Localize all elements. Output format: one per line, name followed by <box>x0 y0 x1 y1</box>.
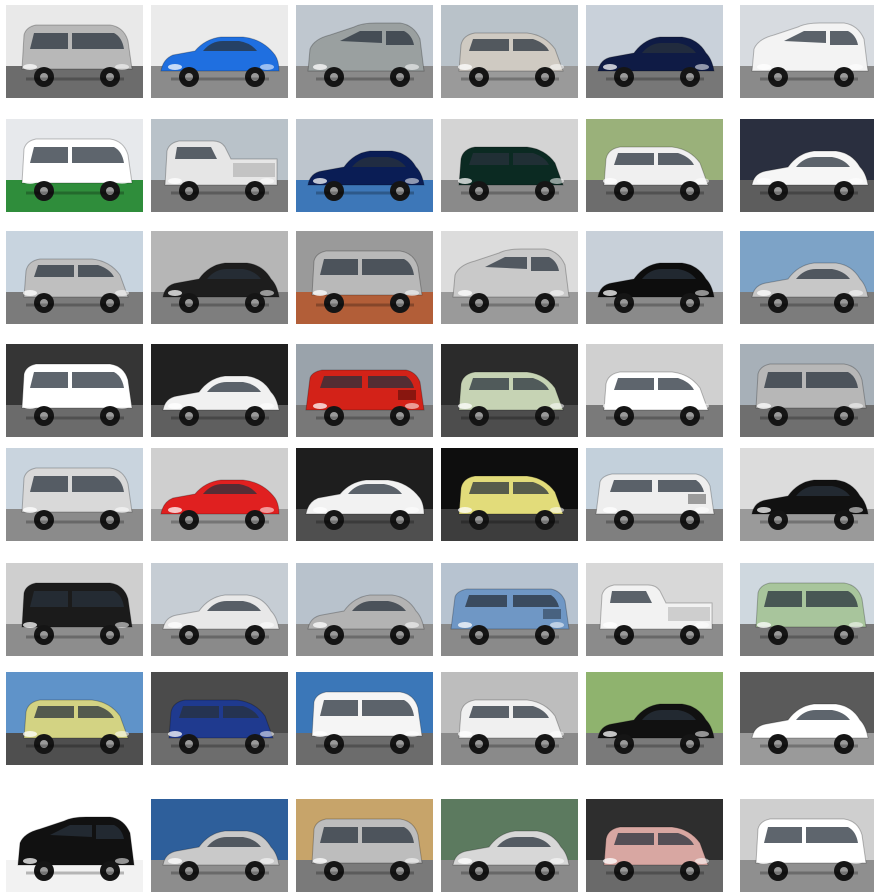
car-photo <box>6 672 143 765</box>
car-photo <box>6 231 143 324</box>
car-photo <box>586 231 723 324</box>
car-photo <box>151 119 288 212</box>
car-illustration <box>458 32 564 87</box>
car-illustration <box>751 479 869 530</box>
car-illustration <box>162 262 280 313</box>
car-photo <box>296 448 433 541</box>
car-photo <box>740 231 874 324</box>
car-illustration <box>452 830 570 881</box>
car-illustration <box>599 584 713 645</box>
car-illustration <box>603 146 709 201</box>
car-illustration <box>21 363 133 426</box>
car-illustration <box>751 262 869 313</box>
car-photo <box>6 344 143 437</box>
car-illustration <box>162 594 280 645</box>
car-photo <box>441 231 578 324</box>
car-photo <box>296 672 433 765</box>
car-illustration <box>597 262 715 313</box>
car-illustration <box>450 588 570 645</box>
car-illustration <box>755 818 867 881</box>
car-illustration <box>311 818 423 881</box>
car-photo <box>151 5 288 98</box>
car-photo <box>296 231 433 324</box>
car-illustration <box>305 479 425 530</box>
car-photo <box>441 799 578 892</box>
car-illustration <box>168 699 274 754</box>
car-photo <box>441 448 578 541</box>
car-photo <box>740 448 874 541</box>
car-photo <box>441 563 578 656</box>
car-illustration <box>307 594 425 645</box>
car-illustration <box>755 582 867 645</box>
car-illustration <box>751 703 869 754</box>
car-illustration <box>305 369 425 426</box>
car-photo <box>740 344 874 437</box>
car-illustration <box>452 248 570 313</box>
car-photo <box>586 448 723 541</box>
car-photo <box>586 119 723 212</box>
car-illustration <box>595 473 715 530</box>
car-illustration <box>603 826 709 881</box>
car-photo <box>740 563 874 656</box>
car-illustration <box>458 371 564 426</box>
car-photo <box>740 799 874 892</box>
car-illustration <box>21 582 133 645</box>
car-illustration <box>597 36 715 87</box>
car-illustration <box>751 22 869 87</box>
car-photo <box>151 231 288 324</box>
car-photo <box>740 672 874 765</box>
car-illustration <box>164 140 278 201</box>
car-illustration <box>17 816 135 881</box>
car-illustration <box>458 475 564 530</box>
car-photo <box>586 563 723 656</box>
car-illustration <box>21 138 133 201</box>
car-illustration <box>597 703 715 754</box>
car-illustration <box>458 146 564 201</box>
car-illustration <box>162 830 280 881</box>
car-photo <box>586 799 723 892</box>
car-photo <box>296 344 433 437</box>
car-illustration <box>311 691 423 754</box>
car-photo <box>296 119 433 212</box>
car-photo <box>586 5 723 98</box>
car-photo <box>740 5 874 98</box>
car-illustration <box>307 22 425 87</box>
car-photo <box>441 5 578 98</box>
car-photo <box>296 5 433 98</box>
car-photo <box>586 672 723 765</box>
car-photo <box>441 672 578 765</box>
car-photo <box>740 119 874 212</box>
car-photo <box>151 448 288 541</box>
car-photo <box>296 799 433 892</box>
car-photo <box>151 672 288 765</box>
car-illustration <box>23 699 129 754</box>
car-illustration <box>160 479 280 530</box>
car-photo <box>586 344 723 437</box>
car-illustration <box>23 258 129 313</box>
car-photo <box>6 119 143 212</box>
car-photo <box>6 5 143 98</box>
car-photo <box>151 799 288 892</box>
car-illustration <box>160 36 280 87</box>
car-illustration <box>751 150 869 201</box>
car-illustration <box>603 371 709 426</box>
car-photo <box>6 563 143 656</box>
car-photo <box>151 344 288 437</box>
car-photo <box>296 563 433 656</box>
car-photo <box>151 563 288 656</box>
car-photo <box>441 344 578 437</box>
car-illustration <box>755 363 867 426</box>
car-illustration <box>21 24 133 87</box>
car-illustration <box>458 699 564 754</box>
car-photo <box>6 448 143 541</box>
car-illustration <box>162 375 280 426</box>
car-illustration <box>307 150 425 201</box>
car-photo <box>441 119 578 212</box>
car-illustration <box>311 250 423 313</box>
car-illustration <box>21 467 133 530</box>
car-photo <box>6 799 143 892</box>
